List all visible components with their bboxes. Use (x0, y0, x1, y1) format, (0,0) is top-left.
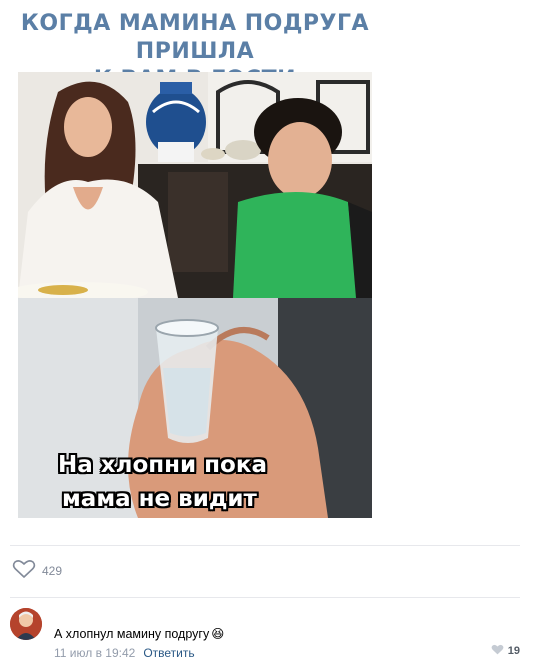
reply-button[interactable]: Ответить (143, 646, 194, 660)
meme-subtitle-line1: На хлопни пока (58, 452, 267, 478)
comment-likes-count: 19 (507, 645, 520, 657)
post-likes-count: 429 (42, 564, 63, 578)
post-divider-top (10, 545, 520, 546)
comment-time[interactable]: 11 июл в 19:42 (54, 646, 135, 660)
comment-like-button[interactable]: 19 (491, 644, 520, 658)
meme-subtitle-line2: мама не видит (62, 486, 257, 512)
meme-photo-top (18, 72, 372, 298)
photo-top-scene (18, 72, 372, 298)
post-like-button[interactable]: 429 (12, 559, 63, 584)
heart-outline-icon (12, 559, 36, 584)
post-divider-bottom (10, 597, 520, 598)
meme-photo-bottom (18, 298, 372, 518)
meme-image[interactable]: КОГДА МАМИНА ПОДРУГА ПРИШЛА К ВАМ В ГОСТ… (18, 0, 372, 518)
photo-bottom-scene (18, 298, 372, 518)
avatar[interactable] (10, 608, 42, 640)
laughing-emoji-icon: 😆 (211, 627, 225, 641)
heart-icon (491, 644, 504, 658)
comment-body: А хлопнул мамину подругу (54, 626, 210, 641)
comment-text: А хлопнул мамину подругу 😆 (54, 626, 225, 642)
post-page: КОГДА МАМИНА ПОДРУГА ПРИШЛА К ВАМ В ГОСТ… (0, 0, 536, 661)
comment-meta: 11 июл в 19:42 Ответить (54, 646, 195, 660)
comment-item: А хлопнул мамину подругу 😆 11 июл в 19:4… (10, 608, 526, 660)
meme-caption-line1: КОГДА МАМИНА ПОДРУГА ПРИШЛА (20, 11, 370, 64)
